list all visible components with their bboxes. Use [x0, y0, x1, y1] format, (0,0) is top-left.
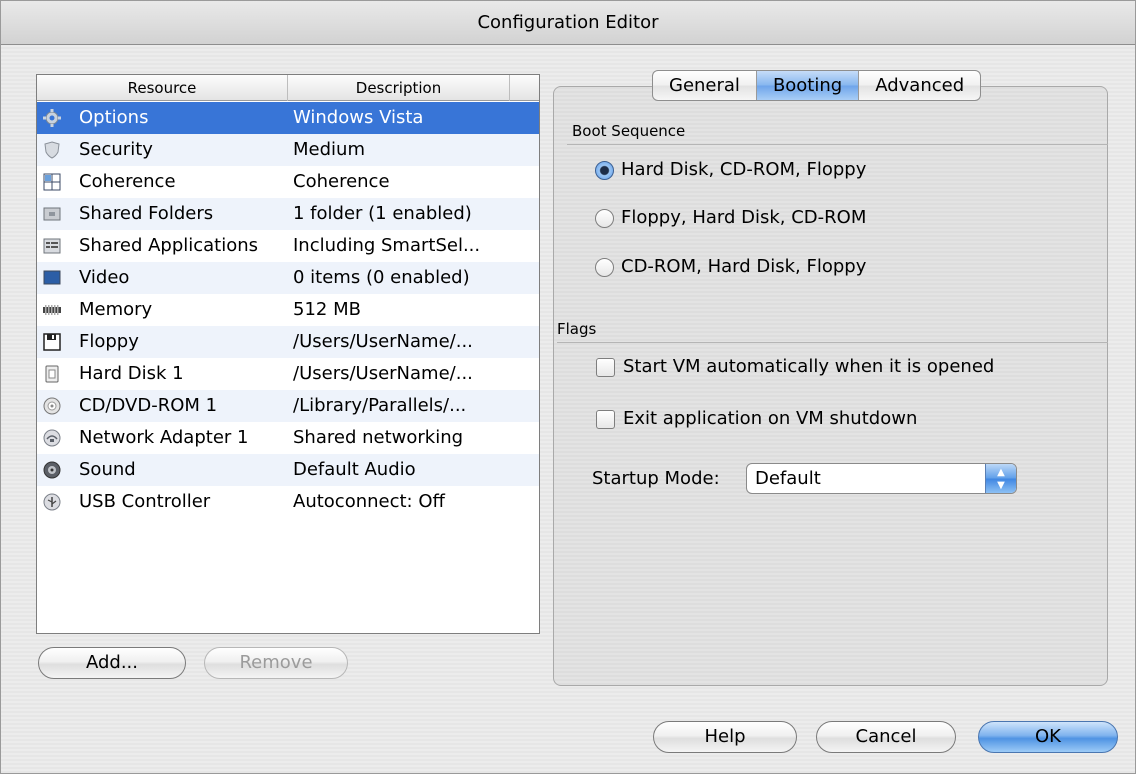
row-description: /Users/UserName/...: [293, 363, 473, 384]
start-vm-auto-label[interactable]: Start VM automatically when it is opened: [623, 356, 994, 377]
row-name: Shared Applications: [79, 235, 259, 256]
column-header-spacer: [510, 75, 541, 101]
table-row-floppy[interactable]: Floppy /Users/UserName/...: [37, 326, 539, 358]
cancel-button[interactable]: Cancel: [816, 721, 956, 753]
tab-general[interactable]: General: [653, 71, 757, 100]
floppy-icon: [43, 333, 61, 351]
row-description: Including SmartSel...: [293, 235, 481, 256]
shared-folder-icon: [43, 205, 61, 223]
row-name: Memory: [79, 299, 153, 320]
row-name: Security: [79, 139, 153, 160]
boot-option-radio-1[interactable]: [595, 161, 614, 180]
row-description: 0 items (0 enabled): [293, 267, 470, 288]
network-adapter-icon: [43, 429, 61, 447]
resource-list: Options Windows Vista Security Medium Co…: [37, 102, 539, 518]
add-button[interactable]: Add...: [38, 647, 186, 679]
video-icon: [43, 269, 61, 287]
row-name: Shared Folders: [79, 203, 214, 224]
row-description: Windows Vista: [293, 107, 424, 128]
tab-bar: General Booting Advanced: [652, 70, 982, 101]
boot-option-label-2[interactable]: Floppy, Hard Disk, CD-ROM: [621, 207, 866, 228]
boot-sequence-title: Boot Sequence: [572, 122, 686, 140]
table-row-memory[interactable]: Memory 512 MB: [37, 294, 539, 326]
table-row-network-adapter-1[interactable]: Network Adapter 1 Shared networking: [37, 422, 539, 454]
table-row-cd-dvd-rom-1[interactable]: CD/DVD-ROM 1 /Library/Parallels/...: [37, 390, 539, 422]
table-row-video[interactable]: Video 0 items (0 enabled): [37, 262, 539, 294]
row-description: /Users/UserName/...: [293, 331, 473, 352]
table-row-security[interactable]: Security Medium: [37, 134, 539, 166]
row-description: Shared networking: [293, 427, 464, 448]
table-row-sound[interactable]: Sound Default Audio: [37, 454, 539, 486]
shared-applications-icon: [43, 237, 61, 255]
row-name: CD/DVD-ROM 1: [79, 395, 218, 416]
column-header-description[interactable]: Description: [288, 75, 510, 101]
row-description: Autoconnect: Off: [293, 491, 445, 512]
boot-sequence-divider: [567, 144, 1108, 145]
boot-option-radio-3[interactable]: [595, 258, 614, 277]
tab-booting[interactable]: Booting: [756, 71, 860, 100]
row-description: Coherence: [293, 171, 390, 192]
boot-option-label-3[interactable]: CD-ROM, Hard Disk, Floppy: [621, 256, 866, 277]
resource-table[interactable]: Resource Description Options Windows Vis…: [36, 74, 540, 634]
memory-icon: [43, 301, 61, 319]
coherence-icon: [43, 173, 61, 191]
boot-option-radio-2[interactable]: [595, 209, 614, 228]
sound-icon: [43, 461, 61, 479]
table-row-shared-folders[interactable]: Shared Folders 1 folder (1 enabled): [37, 198, 539, 230]
table-row-options[interactable]: Options Windows Vista: [37, 102, 539, 134]
shield-icon: [43, 141, 61, 159]
flags-title: Flags: [557, 320, 597, 338]
table-row-shared-applications[interactable]: Shared Applications Including SmartSel..…: [37, 230, 539, 262]
exit-on-shutdown-label[interactable]: Exit application on VM shutdown: [623, 408, 917, 429]
row-name: Floppy: [79, 331, 139, 352]
ok-button[interactable]: OK: [978, 721, 1118, 753]
tab-advanced[interactable]: Advanced: [859, 71, 980, 100]
table-row-usb-controller[interactable]: USB Controller Autoconnect: Off: [37, 486, 539, 518]
table-header: Resource Description: [37, 75, 539, 101]
usb-icon: [43, 493, 61, 511]
row-name: Network Adapter 1: [79, 427, 249, 448]
row-name: USB Controller: [79, 491, 211, 512]
row-name: Options: [79, 107, 149, 128]
boot-option-label-1[interactable]: Hard Disk, CD-ROM, Floppy: [621, 159, 866, 180]
chevron-up-down-icon: ▲ ▼: [985, 464, 1016, 493]
remove-button[interactable]: Remove: [204, 647, 348, 679]
table-row-coherence[interactable]: Coherence Coherence: [37, 166, 539, 198]
gear-icon: [43, 109, 61, 127]
startup-mode-label: Startup Mode:: [592, 468, 720, 489]
row-name: Sound: [79, 459, 136, 480]
row-description: 512 MB: [293, 299, 361, 320]
startup-mode-select[interactable]: Default ▲ ▼: [746, 463, 1017, 494]
help-button[interactable]: Help: [653, 721, 797, 753]
row-description: Medium: [293, 139, 365, 160]
start-vm-auto-checkbox[interactable]: [596, 358, 615, 377]
row-name: Hard Disk 1: [79, 363, 184, 384]
startup-mode-value: Default: [755, 468, 821, 489]
window-title: Configuration Editor: [1, 1, 1135, 45]
flags-divider: [557, 342, 1108, 343]
row-description: 1 folder (1 enabled): [293, 203, 472, 224]
cd-dvd-icon: [43, 397, 61, 415]
configuration-editor-window: Configuration Editor Resource Descriptio…: [0, 0, 1136, 774]
column-header-resource[interactable]: Resource: [37, 75, 288, 101]
row-name: Video: [79, 267, 130, 288]
row-description: Default Audio: [293, 459, 416, 480]
exit-on-shutdown-checkbox[interactable]: [596, 410, 615, 429]
row-description: /Library/Parallels/...: [293, 395, 467, 416]
hard-disk-icon: [43, 365, 61, 383]
table-row-hard-disk-1[interactable]: Hard Disk 1 /Users/UserName/...: [37, 358, 539, 390]
row-name: Coherence: [79, 171, 176, 192]
